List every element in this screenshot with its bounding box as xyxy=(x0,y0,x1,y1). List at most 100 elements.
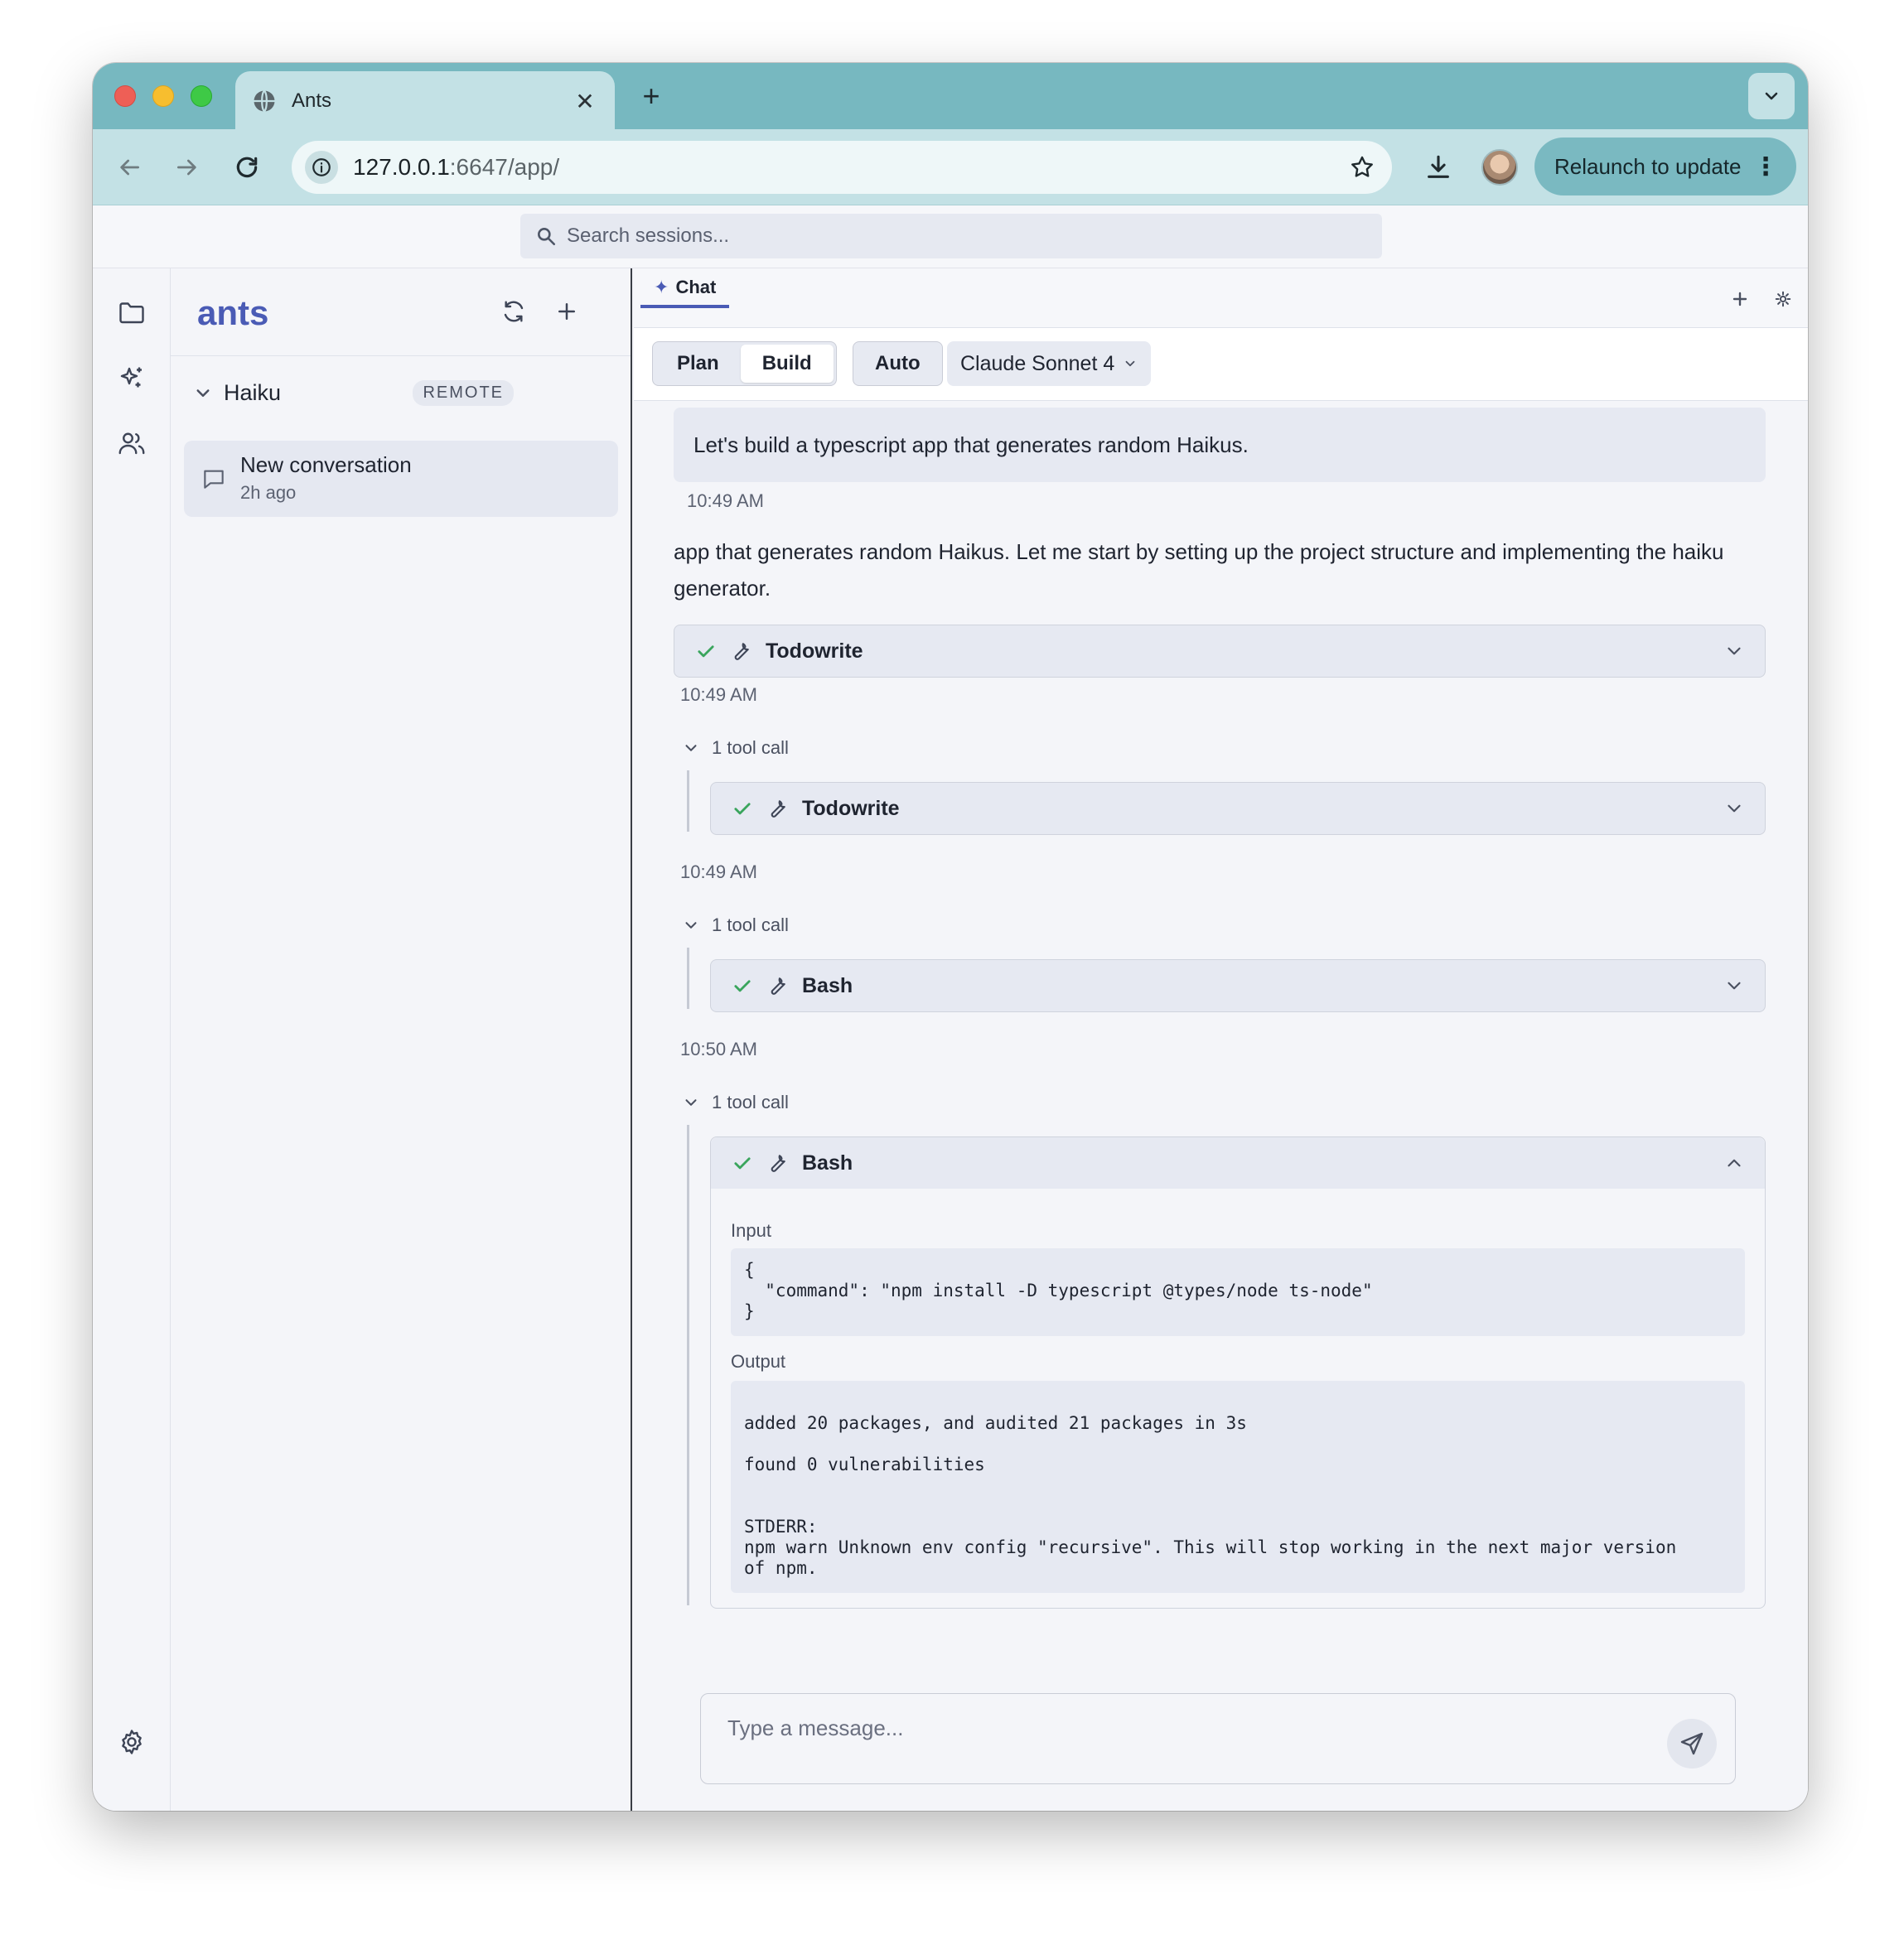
tool-card-header[interactable]: Todowrite xyxy=(711,783,1765,834)
send-button[interactable] xyxy=(1667,1719,1717,1769)
tool-group-time: 10:49 AM xyxy=(680,861,757,882)
new-tab-button[interactable]: + xyxy=(633,78,669,114)
tool-input-code: { "command": "npm install -D typescript … xyxy=(731,1248,1745,1336)
conversation-title: New conversation xyxy=(240,452,412,477)
tool-group-toggle[interactable]: 1 tool call xyxy=(682,1092,789,1113)
tab-chat[interactable]: ✦ Chat xyxy=(640,270,730,308)
refresh-button[interactable] xyxy=(495,293,532,330)
chevron-down-icon xyxy=(685,1099,697,1106)
rail-files-button[interactable] xyxy=(113,293,151,331)
back-button[interactable] xyxy=(109,147,149,187)
tool-output-label: Output xyxy=(731,1351,786,1372)
tool-group-toggle[interactable]: 1 tool call xyxy=(682,914,789,936)
relaunch-button[interactable]: Relaunch to update ⋮ xyxy=(1534,138,1796,195)
plus-icon xyxy=(558,303,575,320)
tool-card-bash[interactable]: Bash xyxy=(710,959,1766,1012)
chevron-down-icon xyxy=(1728,647,1741,655)
plus-icon xyxy=(1732,292,1747,306)
chevron-down-icon xyxy=(1728,982,1741,990)
build-mode-button[interactable]: Build xyxy=(740,345,834,383)
rail-settings-button[interactable] xyxy=(113,1723,151,1761)
minimize-window-button[interactable] xyxy=(152,85,174,107)
check-icon xyxy=(734,980,751,992)
tool-name: Todowrite xyxy=(766,639,863,663)
url-path: :6647/app/ xyxy=(449,154,560,180)
icon-rail xyxy=(93,268,171,1811)
browser-tab-ants[interactable]: Ants ✕ xyxy=(235,71,615,131)
arrow-left-icon xyxy=(120,159,139,176)
rail-ai-button[interactable] xyxy=(113,359,151,398)
tool-group-time: 10:50 AM xyxy=(680,1039,757,1059)
tool-card-todowrite[interactable]: Todowrite xyxy=(710,782,1766,835)
downloads-button[interactable] xyxy=(1418,147,1458,187)
site-info-icon[interactable] xyxy=(305,151,338,184)
chat-settings-button[interactable] xyxy=(1769,285,1797,313)
assistant-message: app that generates random Haikus. Let me… xyxy=(674,539,1724,601)
tool-group-label: 1 tool call xyxy=(712,914,789,935)
auto-mode-button[interactable]: Auto xyxy=(853,341,943,386)
zoom-window-button[interactable] xyxy=(191,85,212,107)
forward-button[interactable] xyxy=(167,147,207,187)
session-group-haiku[interactable]: Haiku REMOTE xyxy=(191,374,613,411)
search-sessions-input[interactable] xyxy=(567,224,1367,248)
refresh-icon xyxy=(504,301,524,322)
folder-icon xyxy=(119,302,144,324)
tool-card-header[interactable]: Todowrite xyxy=(674,625,1765,677)
more-vertical-icon[interactable]: ⋮ xyxy=(1753,152,1778,181)
chat-main: ✦ Chat Plan Build Auto Claude Sonnet 4 L… xyxy=(634,268,1808,1811)
tool-output-code: added 20 packages, and audited 21 packag… xyxy=(731,1381,1745,1593)
tool-name: Bash xyxy=(802,973,853,997)
chevron-up-icon xyxy=(1728,1159,1741,1167)
chevron-down-icon xyxy=(196,389,210,397)
add-tab-button[interactable] xyxy=(1726,285,1754,313)
message-input[interactable] xyxy=(727,1715,1639,1765)
tab-close-icon[interactable]: ✕ xyxy=(572,88,598,115)
address-bar[interactable]: 127.0.0.1:6647/app/ xyxy=(292,141,1392,194)
sparkles-icon xyxy=(120,367,142,388)
reload-button[interactable] xyxy=(227,147,267,187)
plan-mode-button[interactable]: Plan xyxy=(655,345,741,383)
profile-avatar[interactable] xyxy=(1481,149,1518,186)
tool-card-header[interactable]: Bash xyxy=(711,1137,1765,1189)
send-icon xyxy=(1680,1732,1703,1755)
message-list: Let's build a typescript app that genera… xyxy=(634,401,1808,1668)
reload-icon xyxy=(236,157,258,178)
tool-group-line xyxy=(687,1125,689,1605)
remote-badge: REMOTE xyxy=(413,379,514,406)
wrench-icon xyxy=(771,977,785,995)
check-icon xyxy=(698,645,714,658)
browser-toolbar: 127.0.0.1:6647/app/ Relaunch to update ⋮ xyxy=(93,129,1808,205)
tool-card-todowrite[interactable]: Todowrite xyxy=(674,625,1766,678)
app-root: ants Haiku REMOTE New conversation 2h ag… xyxy=(93,205,1808,1811)
browser-tab-title: Ants xyxy=(292,89,332,112)
url-text[interactable]: 127.0.0.1:6647/app/ xyxy=(353,154,1346,181)
close-window-button[interactable] xyxy=(114,85,136,107)
browser-window: Ants ✕ + 127.0.0.1:6647/app/ Relaunch to… xyxy=(93,63,1808,1811)
users-icon xyxy=(118,432,145,455)
arrow-right-icon xyxy=(177,159,196,176)
conversation-item[interactable]: New conversation 2h ago xyxy=(184,441,618,517)
chevron-down-icon xyxy=(685,922,697,929)
tool-name: Todowrite xyxy=(802,796,900,820)
main-tabs: ✦ Chat xyxy=(634,268,1808,328)
tool-card-bash-expanded: Bash Input { "command": "npm install -D … xyxy=(710,1136,1766,1609)
tool-group-line xyxy=(687,770,689,832)
rail-team-button[interactable] xyxy=(113,424,151,462)
chevron-down-icon xyxy=(1125,360,1135,367)
search-icon xyxy=(538,228,556,246)
tab-search-button[interactable] xyxy=(1748,73,1795,119)
conversation-time: 2h ago xyxy=(240,482,297,503)
search-sessions-box[interactable] xyxy=(520,214,1382,258)
tool-group-label: 1 tool call xyxy=(712,1092,789,1112)
model-select[interactable]: Claude Sonnet 4 xyxy=(947,341,1152,386)
wrench-icon xyxy=(771,1155,785,1172)
message-square-icon xyxy=(204,470,224,489)
tool-group-label: 1 tool call xyxy=(712,737,789,758)
tool-group-toggle[interactable]: 1 tool call xyxy=(682,737,789,759)
bookmark-star-icon[interactable] xyxy=(1346,151,1379,184)
tool-card-header[interactable]: Bash xyxy=(711,960,1765,1011)
globe-icon xyxy=(254,89,275,113)
tool-name: Bash xyxy=(802,1151,853,1175)
new-session-button[interactable] xyxy=(548,293,585,330)
relaunch-label: Relaunch to update xyxy=(1554,153,1742,179)
